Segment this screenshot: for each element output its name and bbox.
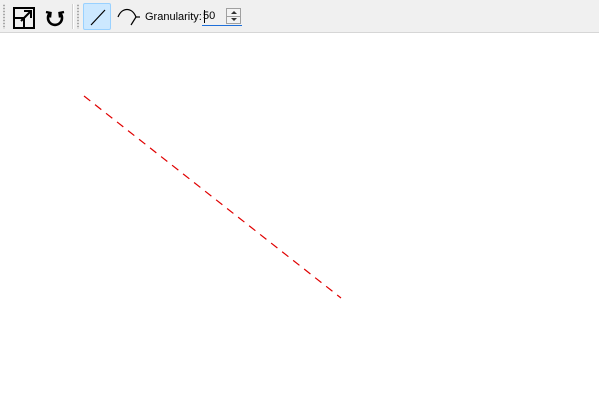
text-caret — [204, 10, 205, 23]
resize-button[interactable] — [9, 3, 37, 30]
granularity-label: Granularity: — [145, 11, 202, 23]
toolbar-separator — [72, 4, 74, 29]
toolbar: Granularity: — [0, 0, 599, 33]
curve-tool-button[interactable] — [113, 3, 141, 30]
drawn-dashed-line — [83, 95, 342, 299]
line-tool-button[interactable] — [83, 3, 111, 30]
toolbar-grip[interactable] — [3, 4, 5, 29]
granularity-input[interactable] — [202, 8, 225, 24]
refresh-button[interactable] — [40, 3, 68, 30]
granularity-spin-buttons — [226, 8, 241, 24]
app-window: Granularity: — [0, 0, 599, 400]
granularity-spinbox[interactable] — [202, 8, 242, 26]
canvas-svg — [83, 95, 342, 299]
refresh-icon — [45, 10, 65, 27]
line-tool-icon — [90, 9, 106, 26]
drawing-canvas[interactable] — [0, 34, 599, 400]
spin-down-button[interactable] — [227, 16, 240, 23]
resize-icon — [13, 7, 35, 29]
toolbar-grip[interactable] — [77, 4, 79, 29]
curve-tool-icon — [117, 8, 140, 26]
